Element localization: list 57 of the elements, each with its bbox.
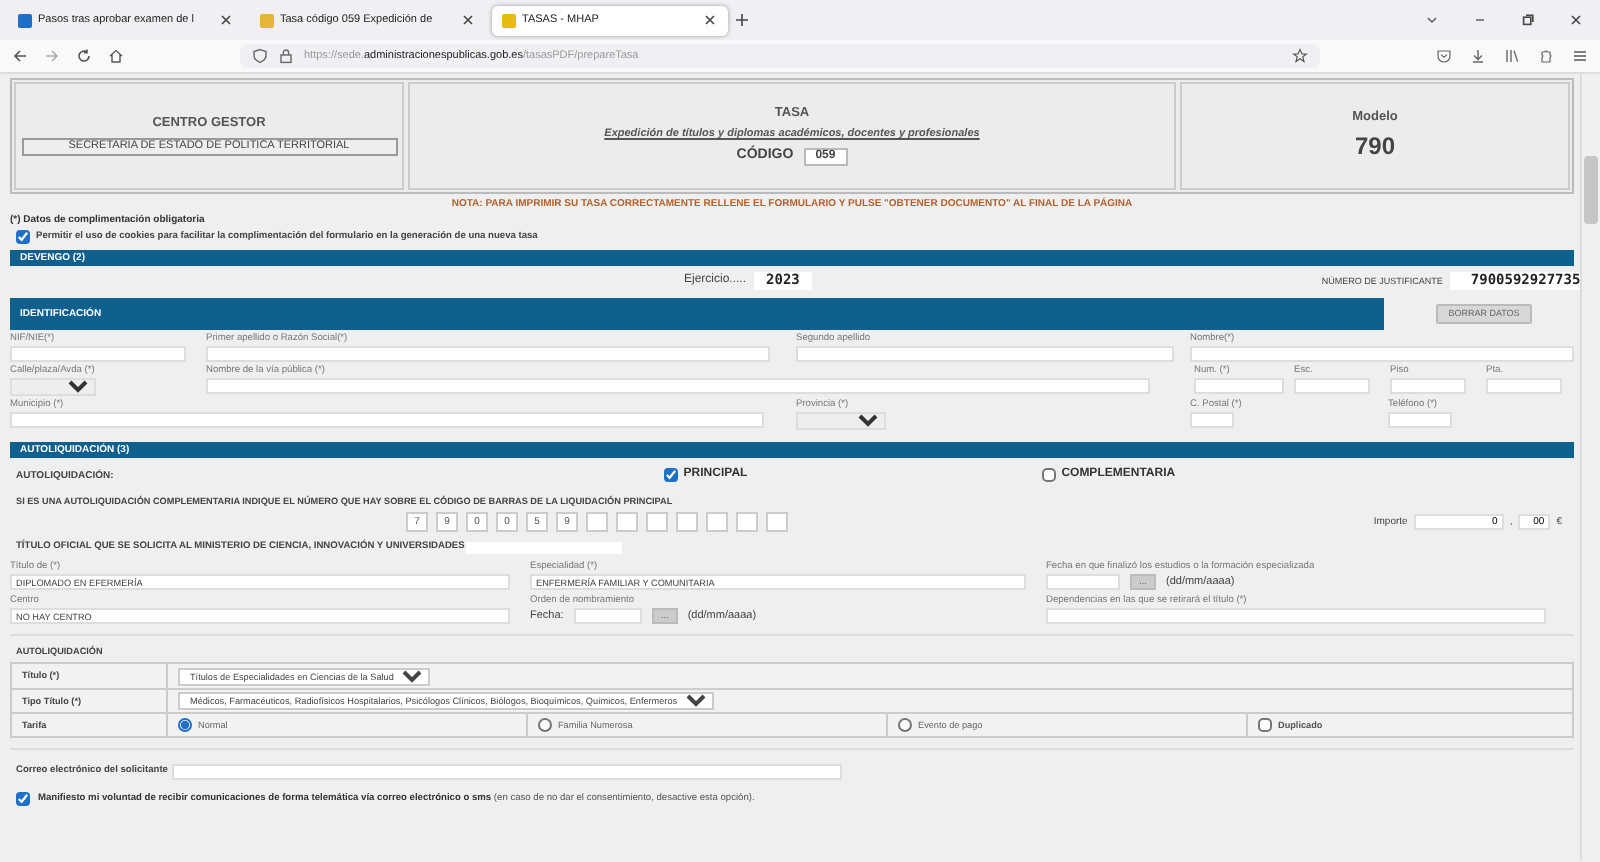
pocket-icon[interactable] — [1436, 48, 1452, 64]
star-icon[interactable] — [1292, 47, 1308, 64]
checkbox[interactable] — [16, 792, 30, 807]
chevron-down-icon[interactable] — [1424, 12, 1440, 28]
digit-field[interactable] — [706, 511, 728, 531]
date-field[interactable] — [1046, 574, 1120, 590]
puzzle-icon[interactable] — [1538, 48, 1554, 64]
checkbox[interactable] — [663, 468, 678, 482]
input-field[interactable] — [1486, 378, 1562, 394]
menu-icon[interactable] — [1572, 48, 1588, 64]
input-field[interactable] — [206, 346, 770, 362]
checkbox[interactable] — [1041, 468, 1056, 482]
input-field[interactable] — [1190, 346, 1574, 362]
digit-field[interactable] — [586, 511, 608, 531]
input-field[interactable] — [1046, 608, 1546, 625]
input-field[interactable] — [1190, 412, 1234, 428]
digit-field[interactable] — [736, 511, 758, 531]
modelo-number: 790 — [1354, 132, 1396, 162]
radio-button[interactable] — [898, 718, 912, 733]
back-arrow-icon[interactable] — [12, 48, 28, 64]
close-icon[interactable] — [218, 12, 234, 28]
reload-icon[interactable] — [76, 48, 92, 64]
lock-icon — [278, 48, 294, 64]
input-field[interactable] — [10, 412, 764, 428]
page-icon — [260, 13, 274, 27]
download-icon[interactable] — [1470, 48, 1486, 64]
close-icon[interactable] — [702, 12, 718, 28]
radio-button[interactable] — [538, 718, 552, 733]
radio-button[interactable] — [178, 718, 192, 733]
library-icon[interactable] — [1504, 48, 1520, 64]
close-icon[interactable] — [1568, 12, 1584, 28]
restore-icon[interactable] — [1520, 12, 1536, 28]
close-icon[interactable] — [460, 12, 476, 28]
scrollbar[interactable] — [1580, 74, 1600, 860]
page-icon — [18, 13, 32, 27]
input-field[interactable] — [206, 378, 1150, 394]
date-field[interactable] — [573, 608, 642, 625]
input-field[interactable] — [1194, 378, 1284, 394]
digit-field[interactable] — [616, 511, 638, 531]
digit-field[interactable] — [766, 511, 788, 531]
digit-field[interactable] — [676, 511, 698, 531]
checkbox[interactable] — [1258, 718, 1272, 733]
select-field[interactable] — [10, 378, 96, 396]
home-icon[interactable] — [108, 48, 124, 64]
input-field[interactable] — [1388, 412, 1452, 428]
digit-field[interactable] — [646, 511, 668, 531]
input-field[interactable] — [10, 346, 186, 362]
input-field[interactable] — [796, 346, 1174, 362]
forward-arrow-icon[interactable] — [44, 48, 60, 64]
plus-icon[interactable] — [734, 12, 750, 28]
input-field[interactable] — [1294, 378, 1370, 394]
shield-icon — [252, 48, 268, 64]
select-field[interactable] — [796, 412, 886, 430]
checkbox[interactable] — [16, 230, 30, 244]
input-field[interactable] — [171, 763, 842, 780]
page-icon — [502, 13, 516, 27]
input-field[interactable] — [1390, 378, 1466, 394]
